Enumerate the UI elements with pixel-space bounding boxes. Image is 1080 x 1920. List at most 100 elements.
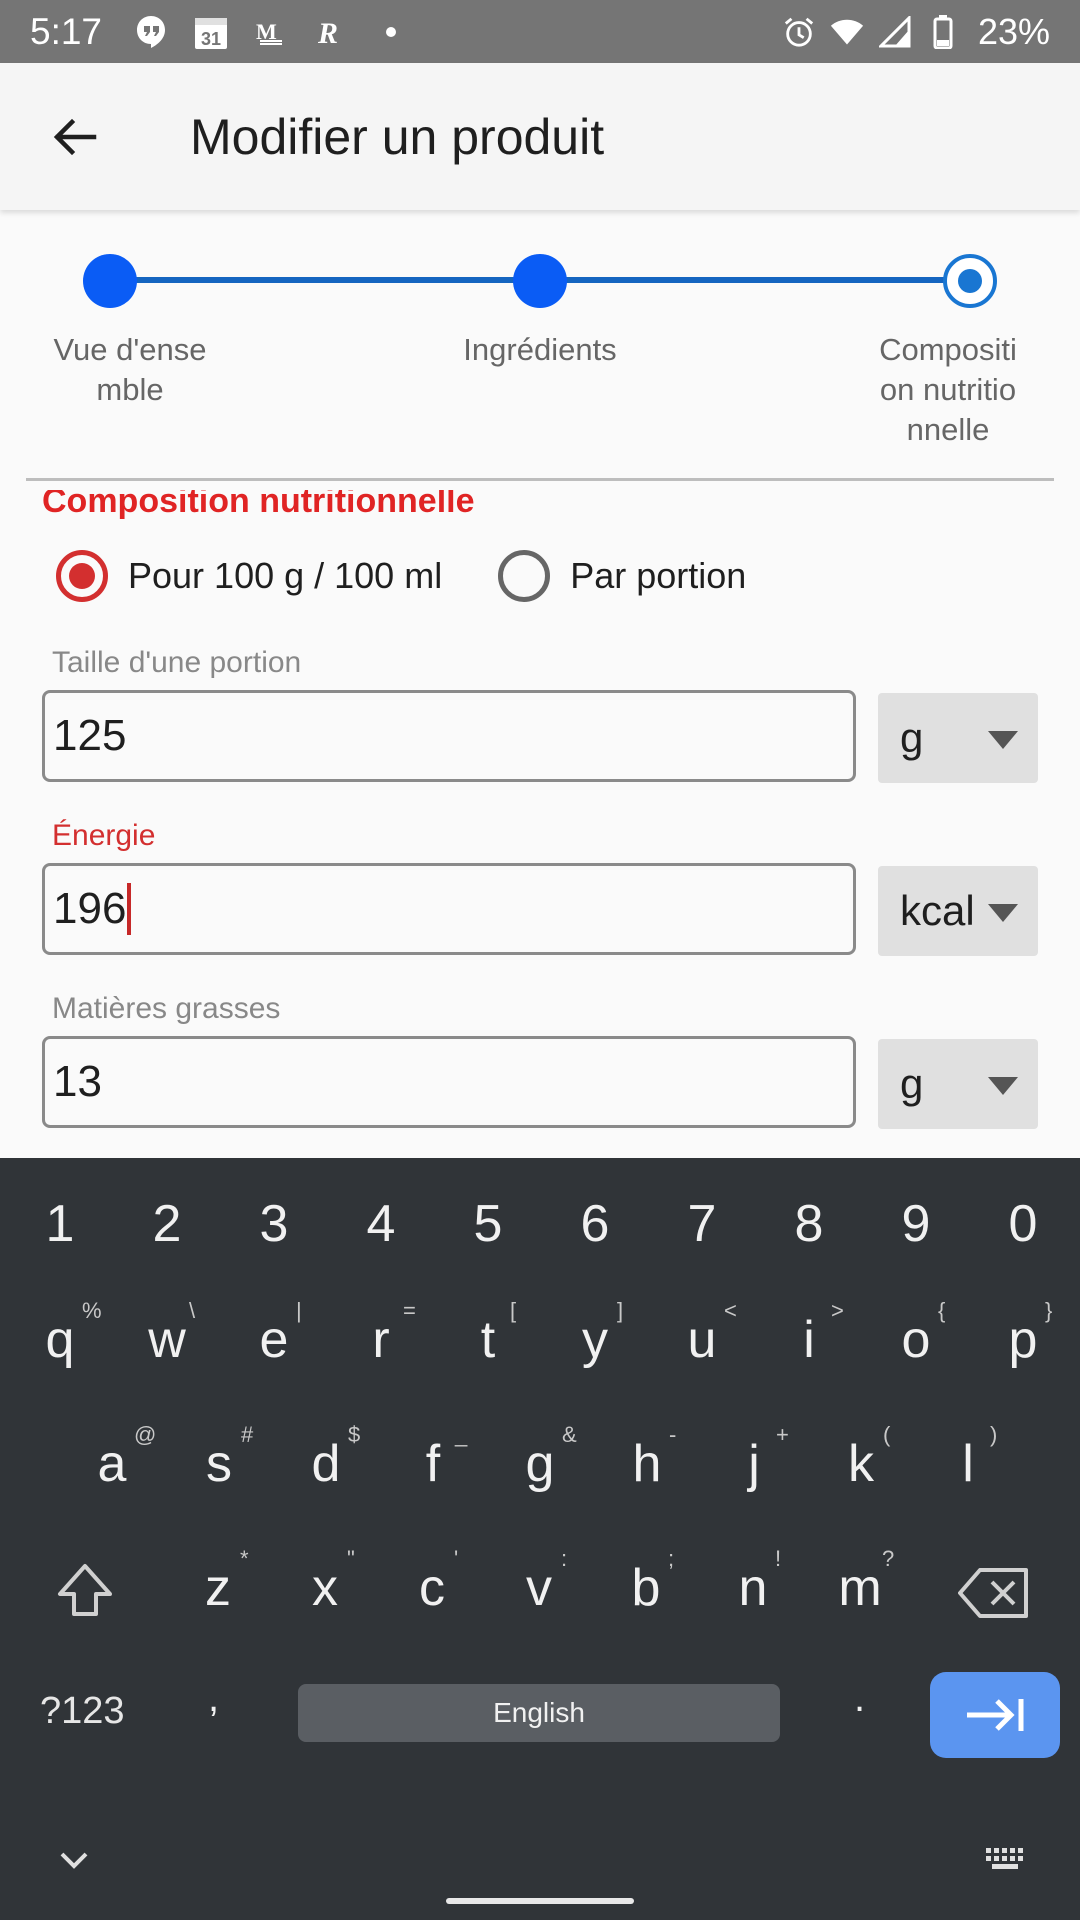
key-u[interactable]: u (652, 1310, 752, 1370)
wifi-icon (830, 15, 864, 49)
dropdown-arrow-icon (988, 904, 1018, 922)
key-3[interactable]: 3 (224, 1194, 324, 1254)
key-hint: < (724, 1298, 737, 1323)
step-connector-1 (110, 277, 540, 283)
key-hint: ] (617, 1298, 624, 1323)
battery-icon (926, 14, 960, 49)
key-hint: ) (990, 1422, 998, 1447)
signal-icon (878, 15, 912, 49)
key-4[interactable]: 4 (331, 1194, 431, 1254)
key-r[interactable]: r (331, 1310, 431, 1370)
hide-keyboard-chevron-icon[interactable] (56, 1848, 92, 1877)
portion-size-input[interactable]: 125 (42, 690, 856, 782)
key-0[interactable]: 0 (973, 1194, 1073, 1254)
dot-icon (374, 15, 408, 49)
radio-label: Pour 100 g / 100 ml (128, 555, 443, 596)
gesture-nav-handle[interactable] (446, 1898, 634, 1904)
gmail-icon: M (254, 15, 288, 49)
key-9[interactable]: 9 (866, 1194, 966, 1254)
key-d[interactable]: d (276, 1434, 376, 1494)
step-dot-nutrition[interactable] (943, 254, 997, 308)
step-dot-ingredients[interactable] (513, 254, 567, 308)
key-l[interactable]: l (918, 1434, 1018, 1494)
key-hint: % (82, 1298, 102, 1323)
app-bar: Modifier un produit (0, 63, 1080, 210)
key-hint: " (347, 1546, 355, 1571)
radio-per-100g[interactable]: Pour 100 g / 100 ml (56, 550, 442, 602)
svg-text:R: R (317, 17, 338, 49)
key-8[interactable]: 8 (759, 1194, 859, 1254)
key-hint: ; (668, 1546, 675, 1571)
key-e[interactable]: e (224, 1310, 324, 1370)
key-v[interactable]: v (489, 1558, 589, 1618)
key-hint: $ (348, 1422, 361, 1447)
section-title: Composition nutritionnelle (42, 490, 475, 520)
key-i[interactable]: i (759, 1310, 859, 1370)
key-5[interactable]: 5 (438, 1194, 538, 1254)
key-s[interactable]: s (169, 1434, 269, 1494)
back-arrow-icon[interactable] (44, 107, 104, 167)
space-key[interactable]: English (298, 1684, 780, 1742)
key-b[interactable]: b (596, 1558, 696, 1618)
key-hint: * (240, 1546, 249, 1571)
key-h[interactable]: h (597, 1434, 697, 1494)
key-6[interactable]: 6 (545, 1194, 645, 1254)
key-p[interactable]: p (973, 1310, 1073, 1370)
key-o[interactable]: o (866, 1310, 966, 1370)
stepper-divider (26, 478, 1054, 481)
step-label-ingredients[interactable]: Ingrédients (430, 330, 650, 370)
portion-size-unit-select[interactable]: g (878, 693, 1038, 783)
key-c[interactable]: c (382, 1558, 482, 1618)
backspace-key[interactable] (958, 1566, 1032, 1624)
period-key[interactable]: . (854, 1676, 865, 1721)
key-y[interactable]: y (545, 1310, 645, 1370)
key-j[interactable]: j (704, 1434, 804, 1494)
key-k[interactable]: k (811, 1434, 911, 1494)
key-t[interactable]: t (438, 1310, 538, 1370)
page-title: Modifier un produit (190, 108, 605, 165)
key-x[interactable]: x (275, 1558, 375, 1618)
portion-radio-group: Pour 100 g / 100 ml Par portion (56, 550, 802, 602)
keyboard-switch-icon[interactable] (984, 1846, 1028, 1881)
energy-input[interactable]: 196 (42, 863, 856, 955)
key-7[interactable]: 7 (652, 1194, 752, 1254)
keyboard: 1234567890 q% w \ e | r = t[y] u < i > o{p} a @ s # d $ f _… (0, 1158, 1080, 1920)
key-hint: + (776, 1422, 789, 1447)
key-hint: ! (775, 1546, 782, 1571)
step-label-overview[interactable]: Vue d'ense mble (30, 330, 230, 410)
key-hint: = (403, 1298, 416, 1323)
next-field-key[interactable] (930, 1672, 1060, 1758)
step-connector-2 (540, 277, 970, 283)
key-m[interactable]: m (810, 1558, 910, 1618)
shift-key[interactable] (52, 1558, 122, 1628)
step-dot-overview[interactable] (83, 254, 137, 308)
key-hint: ? (882, 1546, 895, 1571)
key-w[interactable]: w (117, 1310, 217, 1370)
key-2[interactable]: 2 (117, 1194, 217, 1254)
radio-checked-icon (56, 550, 108, 602)
key-hint: [ (510, 1298, 517, 1323)
key-1[interactable]: 1 (10, 1194, 110, 1254)
alarm-icon (782, 15, 816, 49)
key-f[interactable]: f (383, 1434, 483, 1494)
dropdown-arrow-icon (988, 1077, 1018, 1095)
radio-per-portion[interactable]: Par portion (498, 550, 746, 602)
dropdown-arrow-icon (988, 731, 1018, 749)
key-hint: } (1045, 1298, 1053, 1323)
key-hint: - (669, 1422, 677, 1447)
hangouts-icon (134, 15, 168, 49)
comma-key[interactable]: , (208, 1676, 219, 1721)
key-hint: _ (455, 1422, 468, 1447)
r-app-icon: R (314, 15, 348, 49)
status-time: 5:17 (30, 10, 103, 52)
fat-unit-select[interactable]: g (878, 1039, 1038, 1129)
fat-label: Matières grasses (52, 992, 281, 1025)
key-n[interactable]: n (703, 1558, 803, 1618)
key-z[interactable]: z (168, 1558, 268, 1618)
fat-input[interactable]: 13 (42, 1036, 856, 1128)
energy-unit-select[interactable]: kcal (878, 866, 1038, 956)
step-label-nutrition[interactable]: Compositi on nutritio nnelle (858, 330, 1038, 450)
energy-label: Énergie (52, 819, 156, 852)
calendar-day: 31 (201, 29, 221, 49)
symbols-key[interactable]: ?123 (40, 1690, 125, 1733)
